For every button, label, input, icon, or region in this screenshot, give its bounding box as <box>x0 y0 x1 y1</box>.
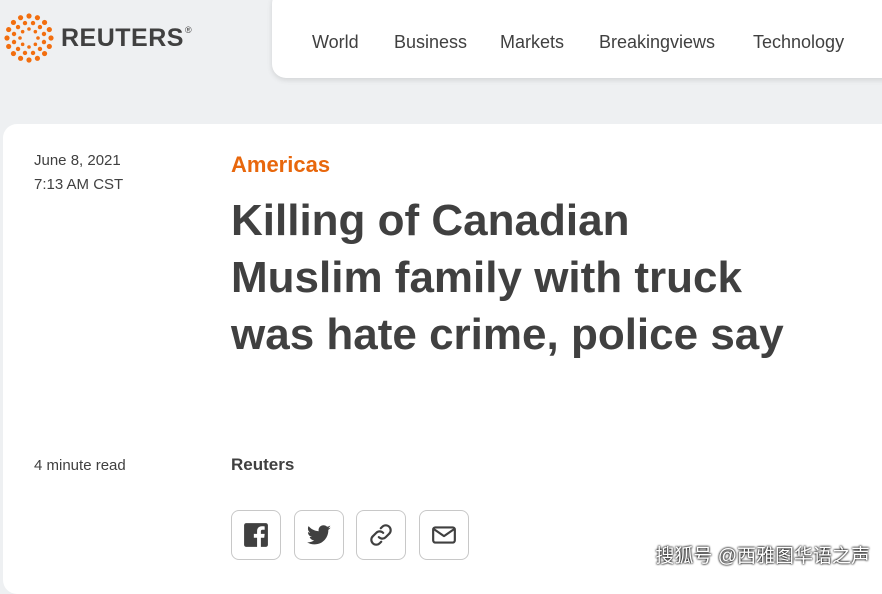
nav-technology[interactable]: Technology <box>753 32 844 53</box>
article-headline: Killing of Canadian Muslim family with t… <box>231 196 784 359</box>
article-date: June 8, 2021 <box>34 152 121 169</box>
twitter-icon <box>306 525 331 545</box>
nav-markets[interactable]: Markets <box>500 32 564 53</box>
share-email-button[interactable] <box>419 510 469 560</box>
share-twitter-button[interactable] <box>294 510 344 560</box>
share-link-button[interactable] <box>356 510 406 560</box>
nav-business[interactable]: Business <box>394 32 467 53</box>
top-nav: World Business Markets Breakingviews Tec… <box>272 0 882 78</box>
reuters-logo[interactable]: REUTERS® <box>3 12 192 64</box>
facebook-icon <box>244 523 268 548</box>
byline[interactable]: Reuters <box>231 455 294 475</box>
sohu-watermark: 搜狐号 @西雅图华语之声 <box>655 546 870 567</box>
share-facebook-button[interactable] <box>231 510 281 560</box>
article-time: 7:13 AM CST <box>34 176 124 193</box>
reuters-logo-icon <box>4 13 54 63</box>
read-time: 4 minute read <box>34 457 126 474</box>
nav-world[interactable]: World <box>312 32 359 53</box>
nav-breakingviews[interactable]: Breakingviews <box>599 32 715 53</box>
link-icon <box>370 524 392 546</box>
section-link[interactable]: Americas <box>231 152 330 178</box>
email-icon <box>432 526 456 544</box>
logo-text: REUTERS® <box>61 23 193 52</box>
